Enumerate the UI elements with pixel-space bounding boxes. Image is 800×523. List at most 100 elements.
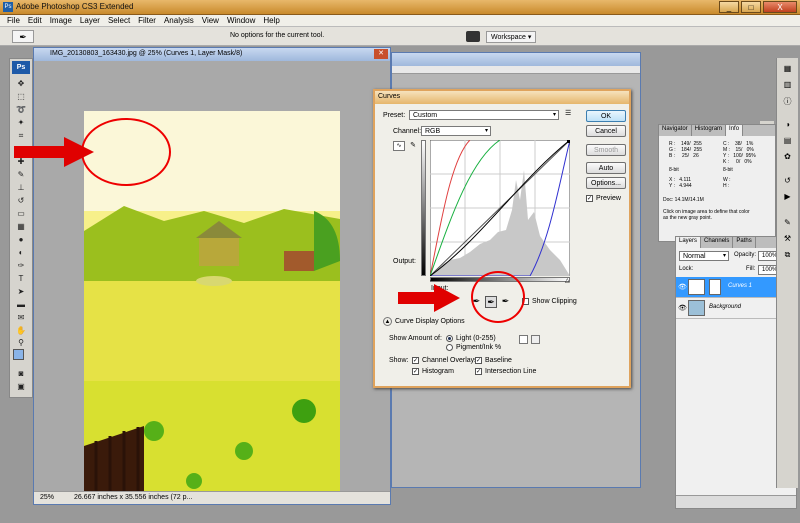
document-close-button[interactable]: ✕: [374, 49, 388, 59]
menu-file[interactable]: File: [3, 15, 24, 26]
notes-tool-icon[interactable]: ✉: [14, 313, 28, 323]
toolbox: Ps ✥ ⬚ ➰ ✦ ⌗ ✒ ✚ ✎ ⊥ ↺ ▭ ▦ ● ◐ ✑ T ➤ ▬ ✉…: [9, 58, 33, 398]
menu-filter[interactable]: Filter: [134, 15, 160, 26]
blend-mode-select[interactable]: Normal ▾: [679, 251, 729, 261]
info-xy-values: X : 4.111 Y : 4.944: [669, 177, 692, 189]
shape-tool-icon[interactable]: ▬: [14, 300, 28, 310]
tab-histogram[interactable]: Histogram: [692, 125, 727, 136]
brushes-panel-icon[interactable]: ✎: [781, 218, 794, 230]
black-point-slider-icon[interactable]: ▲: [429, 277, 435, 283]
menu-analysis[interactable]: Analysis: [160, 15, 198, 26]
color-panel-icon[interactable]: ◑: [781, 120, 794, 132]
preset-options-icon[interactable]: ☰: [565, 109, 571, 117]
marquee-tool-icon[interactable]: ⬚: [14, 92, 28, 102]
lasso-tool-icon[interactable]: ➰: [14, 105, 28, 115]
menu-view[interactable]: View: [198, 15, 223, 26]
preview-checkbox[interactable]: ✓: [586, 195, 593, 202]
swatches-panel-icon[interactable]: ▤: [781, 136, 794, 148]
curves-dialog-title[interactable]: Curves: [375, 91, 629, 104]
background-document-titlebar[interactable]: [392, 53, 640, 66]
lock-label: Lock:: [679, 266, 694, 272]
curve-edit-icon[interactable]: ∿: [393, 141, 405, 151]
chevron-down-icon: ▾: [722, 253, 726, 259]
photoshop-icon: Ps: [3, 2, 13, 12]
auto-button[interactable]: Auto: [586, 162, 626, 174]
menu-layer[interactable]: Layer: [76, 15, 104, 26]
channel-overlays-checkbox[interactable]: ✓: [412, 357, 419, 364]
document-dimensions: 26.667 inches x 35.556 inches (72 p...: [74, 494, 193, 501]
eraser-tool-icon[interactable]: ▭: [14, 209, 28, 219]
pigment-radio[interactable]: [446, 344, 453, 351]
history-brush-icon[interactable]: ↺: [14, 196, 28, 206]
maximize-button[interactable]: □: [741, 1, 761, 13]
quick-mask-icon[interactable]: ◙: [14, 369, 28, 379]
channel-label: Channel:: [393, 128, 422, 135]
curves-graph[interactable]: [430, 140, 570, 276]
menu-edit[interactable]: Edit: [24, 15, 46, 26]
preview-label: Preview: [596, 195, 621, 202]
path-selection-icon[interactable]: ➤: [14, 287, 28, 297]
preset-select[interactable]: Custom ▾: [409, 110, 559, 120]
grid-10x10-icon[interactable]: [531, 335, 540, 344]
magic-wand-tool-icon[interactable]: ✦: [14, 118, 28, 128]
workspace-button[interactable]: Workspace ▾: [486, 31, 537, 43]
screen-mode-icon[interactable]: ▣: [14, 382, 28, 392]
tab-info[interactable]: Info: [726, 125, 744, 136]
show-amount-label: Show Amount of:: [389, 335, 442, 342]
channel-select[interactable]: RGB ▾: [421, 126, 491, 136]
eyedropper-tool-icon[interactable]: ✒: [12, 30, 34, 43]
menu-help[interactable]: Help: [259, 15, 283, 26]
histogram-panel-icon[interactable]: ▥: [781, 80, 794, 92]
foreground-color-swatch[interactable]: [13, 349, 24, 360]
menu-window[interactable]: Window: [223, 15, 259, 26]
menu-image[interactable]: Image: [46, 15, 76, 26]
collapse-icon[interactable]: ▲: [383, 317, 392, 326]
eye-icon[interactable]: 👁: [678, 304, 687, 312]
annotation-arrow: [14, 137, 94, 167]
move-tool-icon[interactable]: ✥: [14, 79, 28, 89]
pen-tool-icon[interactable]: ✑: [14, 261, 28, 271]
info-panel-icon[interactable]: ⓘ: [781, 96, 794, 108]
smooth-button[interactable]: Smooth: [586, 144, 626, 156]
channel-value: RGB: [425, 128, 441, 135]
zoom-tool-icon[interactable]: ⚲: [14, 338, 28, 348]
pencil-icon[interactable]: ✎: [407, 141, 419, 151]
tab-paths[interactable]: Paths: [733, 237, 756, 248]
navigator-panel-icon[interactable]: ▦: [781, 64, 794, 76]
baseline-checkbox[interactable]: ✓: [475, 357, 482, 364]
info-rgb-values: R : 149/ 255 G : 184/ 255 B : 25/ 26: [669, 141, 703, 159]
styles-panel-icon[interactable]: ✿: [781, 152, 794, 164]
actions-panel-icon[interactable]: ▶: [781, 192, 794, 204]
histogram-checkbox[interactable]: ✓: [412, 368, 419, 375]
white-point-slider-icon[interactable]: △: [565, 277, 570, 284]
close-button[interactable]: X: [763, 1, 797, 13]
zoom-level[interactable]: 25%: [40, 494, 54, 501]
eye-icon[interactable]: 👁: [678, 283, 687, 291]
document-titlebar[interactable]: IMG_20130803_163430.jpg @ 25% (Curves 1,…: [34, 48, 390, 61]
camera-icon[interactable]: [466, 31, 480, 42]
tool-presets-panel-icon[interactable]: ⚒: [781, 234, 794, 246]
options-button[interactable]: Options...: [586, 177, 626, 189]
hand-tool-icon[interactable]: ✋: [14, 326, 28, 336]
brush-tool-icon[interactable]: ✎: [14, 170, 28, 180]
dodge-tool-icon[interactable]: ◐: [14, 248, 28, 258]
ok-button[interactable]: OK: [586, 110, 626, 122]
grid-4x4-icon[interactable]: [519, 335, 528, 344]
minimize-button[interactable]: _: [719, 1, 739, 13]
tab-channels[interactable]: Channels: [701, 237, 734, 248]
gradient-tool-icon[interactable]: ▦: [14, 222, 28, 232]
pigment-label: Pigment/Ink %: [456, 344, 502, 351]
blur-tool-icon[interactable]: ●: [14, 235, 28, 245]
type-tool-icon[interactable]: T: [14, 274, 28, 284]
tab-layers[interactable]: Layers: [676, 237, 702, 248]
light-radio[interactable]: [446, 335, 453, 342]
layer-mask-thumbnail[interactable]: [709, 279, 721, 295]
stamp-tool-icon[interactable]: ⊥: [14, 183, 28, 193]
histogram-label: Histogram: [422, 368, 454, 375]
history-panel-icon[interactable]: ↺: [781, 176, 794, 188]
clone-source-panel-icon[interactable]: ⧉: [781, 250, 794, 262]
tab-navigator[interactable]: Navigator: [659, 125, 692, 136]
intersection-line-checkbox[interactable]: ✓: [475, 368, 482, 375]
menu-select[interactable]: Select: [104, 15, 134, 26]
cancel-button[interactable]: Cancel: [586, 125, 626, 137]
